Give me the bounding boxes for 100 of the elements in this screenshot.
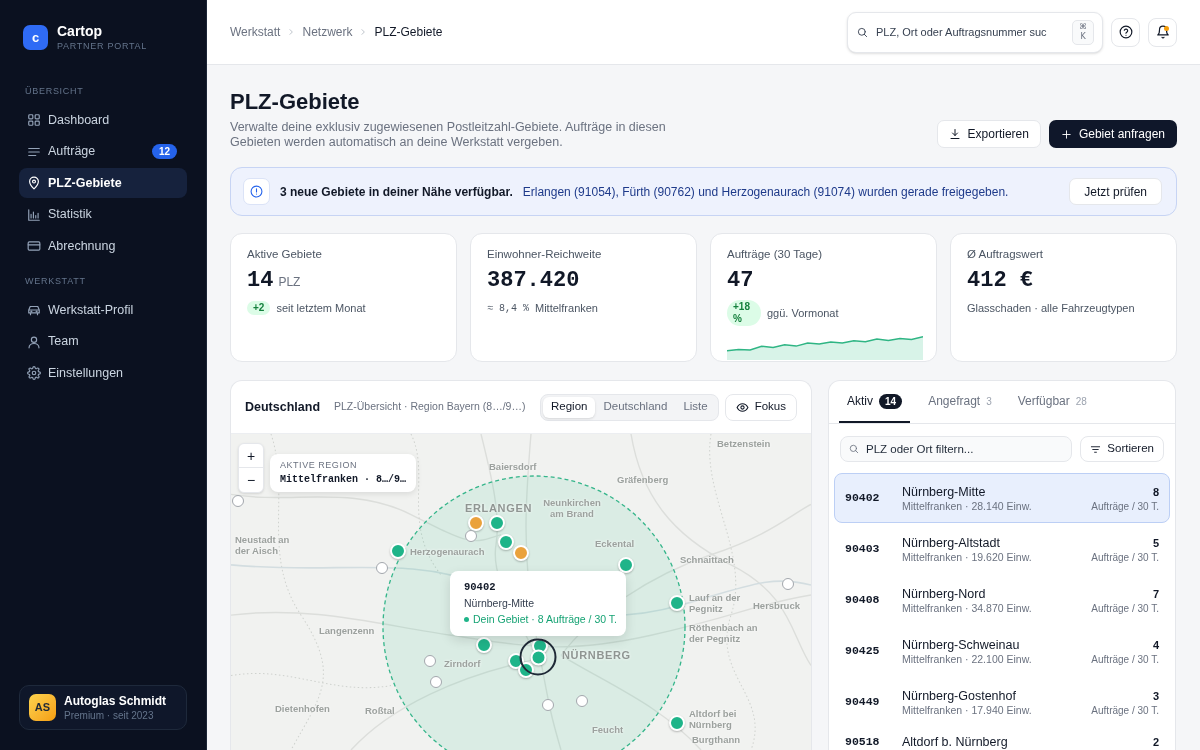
place-label: Baiersdorf <box>489 461 537 472</box>
breadcrumb-link[interactable]: Netzwerk <box>302 23 353 41</box>
page-title: PLZ-Gebiete <box>230 89 361 115</box>
place-label: Lauf an der Pegnitz <box>689 592 742 614</box>
check-now-button[interactable]: Jetzt prüfen <box>1069 178 1162 205</box>
account-plan: Premium · seit 2023 <box>64 708 155 722</box>
delta-badge: +18 % <box>727 300 761 326</box>
banner-title: 3 neue Gebiete in deiner Nähe verfügbar. <box>280 183 513 201</box>
map-title: Deutschland <box>245 398 320 416</box>
place-label: Betzenstein <box>717 438 771 449</box>
stat-label: Aktive Gebiete <box>247 247 323 261</box>
plz-code: 90449 <box>845 694 881 710</box>
place-label: Herzogenaurach <box>410 546 485 557</box>
area-details: Mittelfranken · 17.940 Einw. <box>902 703 1033 717</box>
account-avatar: AS <box>29 694 56 721</box>
area-details: Mittelfranken · 22.100 Einw. <box>902 652 1033 666</box>
stat-label: Einwohner-Reichweite <box>487 247 603 261</box>
area-name: Nürnberg-Gostenhof <box>902 687 1017 704</box>
place-label: Gräfenberg <box>617 474 669 485</box>
plz-code: 90403 <box>845 541 881 557</box>
place-label: Röthenbach an der Pegnitz <box>689 622 759 644</box>
stat-note: Glasschaden · alle Fahrzeugtypen <box>967 301 1135 316</box>
search-icon <box>849 444 859 454</box>
place-label: Roßtal <box>365 705 395 716</box>
area-row[interactable]: 90402 Nürnberg-Mitte Mittelfranken · 28.140 Einw. 8 Aufträge / 30 T. <box>834 473 1170 523</box>
stat-value: 47 <box>727 268 754 294</box>
area-name: Nürnberg-Mitte <box>902 483 987 500</box>
map-pin-icon <box>27 176 41 190</box>
download-icon <box>948 128 961 140</box>
filter-lines-icon <box>1090 443 1102 455</box>
eye-icon <box>735 400 749 414</box>
tooltip-status: Dein Gebiet · 8 Aufträge / 30 T. <box>473 613 617 626</box>
notifications-button[interactable] <box>1148 17 1177 47</box>
stat-label: Ø Auftragswert <box>967 247 1045 261</box>
delta-badge: +2 <box>247 301 271 316</box>
grid-icon <box>27 113 41 127</box>
account-card[interactable]: AS Autoglas Schmidt Premium · seit 2023 <box>19 685 187 730</box>
view-tab[interactable]: Region <box>543 396 596 418</box>
order-count-label: Aufträge / 30 T. <box>1091 499 1159 513</box>
plz-code: 90402 <box>845 490 881 506</box>
nav-item[interactable]: Werkstatt-Profil <box>19 295 187 325</box>
help-button[interactable] <box>1111 17 1140 47</box>
place-label: Neunkirchen am Brand <box>542 497 602 519</box>
banner-message: Erlangen (91054), Fürth (90762) und Herzogenaurach (91074) wurden gerade freigegeben. <box>522 183 1009 201</box>
export-button[interactable]: Exportieren <box>936 120 1041 148</box>
place-label: Langenzenn <box>319 625 375 636</box>
help-icon <box>1118 25 1133 39</box>
car-icon <box>27 303 41 317</box>
brand-tagline: PARTNER PORTAL <box>57 41 147 52</box>
stat-reading: ≈ 8,4 % <box>487 301 529 316</box>
plz-code: 90408 <box>845 592 881 608</box>
order-count: 8 <box>1152 484 1159 500</box>
nav-item[interactable]: Team <box>19 326 187 357</box>
chevron-icon <box>287 28 296 36</box>
sort-button[interactable]: Sortieren <box>1080 436 1164 462</box>
request-area-button[interactable]: Gebiet anfragen <box>1048 120 1177 148</box>
place-label: Burgthann <box>692 734 741 745</box>
place-label: Neustadt an der Aisch <box>235 534 291 556</box>
nav-item[interactable]: PLZ-Gebiete <box>19 168 187 198</box>
stat-note: ggü. Vormonat <box>767 305 839 321</box>
view-tab[interactable]: Deutschland <box>595 396 676 418</box>
filter-field[interactable]: PLZ oder Ort filtern... <box>840 436 1073 462</box>
nav-item[interactable]: Abrechnung <box>19 231 187 261</box>
order-count: 4 <box>1152 637 1159 653</box>
tab[interactable]: Angefragt 3 <box>920 381 1000 423</box>
count-badge: 12 <box>151 144 177 159</box>
stat-value: 14 <box>247 268 274 294</box>
zoom-out-button[interactable]: − <box>239 468 263 492</box>
place-label: Feucht <box>592 724 624 735</box>
chevron-icon <box>359 28 368 36</box>
place-label: Dietenhofen <box>275 703 330 714</box>
plz-code: 90518 <box>845 734 881 750</box>
area-details: Mittelfranken · 28.140 Einw. <box>902 499 1033 513</box>
nav-item[interactable]: Statistik <box>19 199 187 230</box>
nav-item[interactable]: Einstellungen <box>19 358 187 388</box>
nav-item[interactable]: Aufträge 12 <box>19 136 187 167</box>
stat-value: 412 € <box>967 268 1033 294</box>
area-details: Mittelfranken · 34.870 Einw. <box>902 601 1033 615</box>
settings-icon <box>27 366 41 380</box>
user-icon <box>27 334 41 349</box>
place-label: Altdorf bei Nürnberg <box>689 708 738 730</box>
view-tab[interactable]: Liste <box>675 396 716 418</box>
stat-value: 387.420 <box>487 268 580 294</box>
tab[interactable]: Aktiv 14 <box>839 381 911 423</box>
search-icon <box>857 26 868 38</box>
tab-count: 3 <box>986 394 992 409</box>
tab[interactable]: Verfügbar 28 <box>1009 381 1095 423</box>
nav-section-heading: ÜBERSICHT <box>24 86 85 97</box>
region-card-value: Mittelfranken · 8…/9… <box>280 474 407 486</box>
breadcrumb-link[interactable]: Werkstatt <box>230 23 281 41</box>
nav-section-heading: WERKSTATT <box>24 276 87 287</box>
zoom-in-button[interactable]: + <box>239 444 263 468</box>
order-count: 2 <box>1152 735 1159 750</box>
focus-button[interactable]: Fokus <box>724 393 797 421</box>
map-subtitle: PLZ-Übersicht · Region Bayern (8…/9…) <box>334 399 526 415</box>
bar-chart-icon <box>27 207 41 222</box>
nav-item[interactable]: Dashboard <box>19 105 187 135</box>
order-count: 5 <box>1152 535 1159 551</box>
plz-code: 90425 <box>845 643 881 659</box>
order-count-label: Aufträge / 30 T. <box>1091 703 1159 717</box>
